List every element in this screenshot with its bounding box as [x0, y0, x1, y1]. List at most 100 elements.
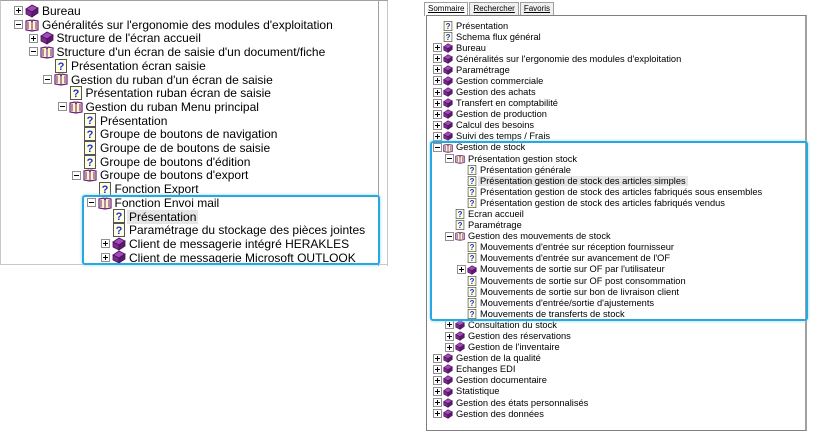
tree-item[interactable]: Gestion commerciale [427, 75, 805, 86]
tree-item-label: Statistique [456, 386, 500, 397]
tree-item-label: Gestion de production [456, 109, 547, 120]
svg-text:?: ? [87, 115, 94, 127]
tree-item[interactable]: Groupe de boutons d'export [1, 168, 388, 182]
expand-icon[interactable] [433, 109, 442, 119]
tree-item[interactable]: Echanges EDI [427, 364, 805, 375]
tree-item-label: Suivi des temps / Frais [456, 131, 551, 142]
tab-sommaire[interactable]: Sommaire [424, 2, 469, 16]
collapse-icon[interactable] [43, 74, 52, 84]
tree-item[interactable]: Gestion des réservations [427, 331, 805, 342]
tree-item[interactable]: Paramétrage [427, 64, 805, 75]
tree-item-label: Bureau [456, 42, 486, 53]
tree-item-label: Groupe de de boutons de saisie [100, 141, 271, 155]
expand-icon[interactable] [433, 353, 442, 363]
tree-item-label: Présentation écran saisie [71, 58, 206, 73]
expand-icon[interactable] [433, 54, 442, 64]
tree-item-label: Groupe de boutons d'édition [100, 154, 251, 169]
expand-icon[interactable] [14, 6, 23, 16]
tab-bar: Sommaire Rechercher Favoris [424, 2, 555, 16]
tree-item[interactable]: ? Présentation écran saisie [1, 58, 388, 73]
expand-icon[interactable] [433, 120, 442, 130]
tree-item-label: Gestion des données [456, 408, 544, 419]
tree-item[interactable]: ? Groupe de boutons de navigation [1, 127, 388, 141]
tree-item-label: Gestion du ruban d'un écran de saisie [71, 72, 273, 87]
expand-icon[interactable] [433, 375, 442, 385]
tree-item[interactable]: Statistique [427, 386, 805, 397]
svg-text:?: ? [87, 129, 94, 141]
tree-item-label: Généralités sur l'ergonomie des modules … [42, 17, 333, 32]
tree-item-label: Groupe de boutons d'export [100, 168, 249, 183]
tree-item-label: Gestion commerciale [456, 75, 544, 86]
tree-item-label: Calcul des besoins [456, 120, 535, 131]
tree-item-label: Groupe de boutons de navigation [100, 127, 278, 142]
tree-item-label: Transfert en comptabilité [456, 98, 558, 109]
tree-item-label: Gestion de l'inventaire [468, 342, 560, 353]
expand-icon[interactable] [433, 364, 442, 374]
tree-item-label: Consultation du stock [468, 319, 557, 330]
tree-item-label: Fonction Export [114, 182, 199, 197]
tree-item-label: Présentation ruban écran de saisie [85, 86, 271, 101]
tree-item[interactable]: Transfert en comptabilité [427, 98, 805, 109]
expand-icon[interactable] [445, 342, 454, 352]
expand-icon[interactable] [445, 320, 454, 330]
expand-icon[interactable] [433, 87, 442, 97]
tree-item-label: Paramétrage [456, 64, 510, 75]
expand-icon[interactable] [433, 409, 442, 419]
tree-item-label: Bureau [42, 4, 81, 18]
tree-item[interactable]: Gestion des données [427, 408, 805, 419]
tree-item[interactable]: Gestion de l'inventaire [427, 342, 805, 353]
tree-item-label: Structure de l'écran accueil [56, 31, 201, 46]
tree-item[interactable]: Gestion de production [427, 109, 805, 120]
tree-item[interactable]: Bureau [1, 4, 388, 18]
highlight-box-gestion-stock [430, 141, 808, 321]
collapse-icon[interactable] [28, 47, 38, 57]
tree-item-label: Présentation [456, 20, 509, 31]
tree-item[interactable]: Gestion des achats [427, 87, 805, 98]
tree-item[interactable]: ? Groupe de de boutons de saisie [1, 140, 388, 155]
collapse-icon[interactable] [72, 170, 81, 180]
expand-icon[interactable] [433, 76, 442, 86]
expand-icon[interactable] [433, 43, 442, 53]
tree-item[interactable]: Consultation du stock [427, 319, 805, 330]
tree-item[interactable]: Gestion documentaire [427, 375, 805, 386]
tree-item[interactable]: ? Groupe de boutons d'édition [1, 154, 388, 169]
collapse-icon[interactable] [14, 20, 23, 30]
tree-item[interactable]: ? Présentation ruban écran de saisie [1, 86, 388, 100]
expand-icon[interactable] [445, 331, 454, 341]
tree-item[interactable]: ? Présentation [1, 113, 388, 128]
tree-item-label: Présentation [100, 113, 168, 128]
tree-item-label: Généralités sur l'ergonomie des modules … [456, 53, 682, 64]
tree-item[interactable]: Structure de l'écran accueil [1, 31, 388, 45]
tree-item[interactable]: ? Schema flux général [427, 31, 805, 42]
tree-item[interactable]: Structure d'un écran de saisie d'un docu… [1, 45, 388, 59]
tree-item[interactable]: Généralités sur l'ergonomie des modules … [427, 53, 805, 64]
tree-item[interactable]: Calcul des besoins [427, 120, 805, 131]
tree-item[interactable]: ? Présentation [427, 20, 805, 31]
expand-icon[interactable] [28, 33, 38, 43]
expand-icon[interactable] [433, 98, 442, 108]
expand-icon[interactable] [433, 398, 442, 408]
svg-text:?: ? [58, 61, 65, 73]
svg-text:?: ? [87, 157, 94, 169]
tree-item-label: Structure d'un écran de saisie d'un docu… [56, 45, 326, 60]
tree-item[interactable]: Gestion du ruban Menu principal [1, 100, 388, 114]
tree-item-label: Gestion documentaire [456, 375, 547, 386]
tree-item-label: Gestion des réservations [468, 331, 571, 342]
tree-item[interactable]: Bureau [427, 42, 805, 53]
svg-text:?: ? [72, 88, 79, 100]
tree-item[interactable]: ? Fonction Export [1, 181, 388, 197]
tab-favoris[interactable]: Favoris [519, 2, 555, 16]
expand-icon[interactable] [433, 387, 442, 396]
expand-icon[interactable] [433, 131, 442, 141]
tree-item-label: Gestion des achats [456, 87, 536, 98]
tree-item[interactable]: Généralités sur l'ergonomie des modules … [1, 18, 388, 32]
tree-item[interactable]: Gestion de la qualité [427, 353, 805, 364]
tree-item-label: Gestion de la qualité [456, 353, 541, 364]
tree-item-label: Gestion des états personnalisés [456, 397, 589, 408]
tree-item[interactable]: Gestion du ruban d'un écran de saisie [1, 73, 388, 87]
tab-rechercher[interactable]: Rechercher [469, 2, 519, 16]
tree-item[interactable]: Gestion des états personnalisés [427, 397, 805, 408]
expand-icon[interactable] [433, 65, 442, 75]
collapse-icon[interactable] [57, 102, 67, 112]
svg-text:?: ? [446, 32, 451, 41]
